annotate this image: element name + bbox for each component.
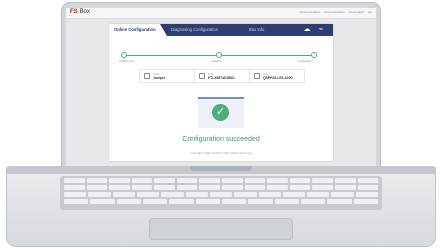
laptop-screen: FS Box Documentation Documentation Need H… [66,8,376,166]
laptop-notch [190,166,252,171]
step-dot-1 [121,52,127,58]
cloud-icon[interactable]: ☁ [303,26,311,34]
language-selector[interactable]: En [368,10,372,14]
check-icon: ✓ [212,104,229,121]
tab-diagnosing-configuration[interactable]: Diagnosing Configuration [171,24,218,36]
step-dot-3 [311,52,317,58]
tab-box-info[interactable]: Box Info [249,24,264,36]
step-dot-2 [216,52,222,58]
usb-icon[interactable]: ⌁ [317,26,325,34]
fs-logo: FS Box [70,9,91,15]
app-topbar: FS Box Documentation Documentation Need H… [66,8,376,19]
progress-steps: Choose Input Reading Configuration [119,52,319,66]
step-label-3: Configuration [297,60,313,63]
port-icon [199,73,205,79]
topnav-link-2[interactable]: Documentation [324,10,344,14]
footer-copyright: Copyright © 2009-2019 FS.COM All Rights … [190,152,252,155]
info-ports: Ports FTLX8574D3BCL [195,70,250,82]
info-switch: Switch Juniper [140,70,195,82]
topnav-link-3[interactable]: Need Help? [348,10,364,14]
step-label-2: Reading [212,60,222,63]
device-info-row: Switch Juniper Ports FTLX8574D3BCL Add Q… [139,69,305,83]
step-label-1: Choose Input [119,60,135,63]
status-message: Configuration succeeded [182,136,260,143]
tab-online-configuration[interactable]: Online Configuration [109,24,167,36]
topnav-link-1[interactable]: Documentation [300,10,320,14]
switch-icon [144,73,150,79]
tab-bar: Online Configuration Diagnosing Configur… [109,24,333,36]
trackpad [149,218,293,240]
info-add: Add QSFP28-LR4-100G [250,70,304,82]
module-icon [254,73,260,79]
top-nav: Documentation Documentation Need Help? E… [300,10,372,14]
success-illustration: ✓ [198,97,244,128]
keyboard [60,176,382,210]
configuration-card: Online Configuration Diagnosing Configur… [109,24,333,161]
